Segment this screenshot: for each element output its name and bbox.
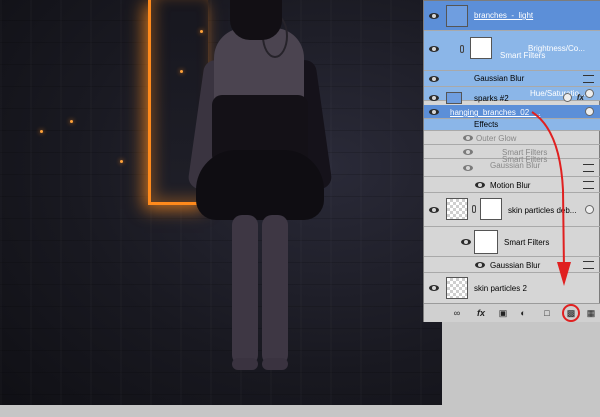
adjustment-icon[interactable]: ◐ [518, 308, 528, 318]
layer-row[interactable]: skin particles deb... [424, 193, 600, 227]
visibility-eye-icon[interactable] [428, 284, 440, 292]
visibility-eye-icon[interactable] [428, 12, 440, 20]
spark [40, 130, 43, 133]
layer-row[interactable]: Effects [424, 119, 600, 131]
visibility-eye-icon[interactable] [462, 148, 474, 156]
visibility-eye-icon[interactable] [428, 75, 440, 83]
filter-label: Smart Filters [500, 51, 546, 60]
layer-thumbnail [446, 92, 462, 104]
spark [180, 70, 183, 73]
fx-icon[interactable]: fx [476, 308, 486, 318]
layer-name: hanging_branches_02_... [450, 108, 541, 117]
visibility-eye-icon[interactable] [462, 164, 474, 172]
skirt [196, 150, 324, 220]
effects-label: Effects [474, 120, 499, 129]
layer-thumbnail [446, 198, 468, 220]
layer-row[interactable]: Brightness/Co... Smart Filters [424, 31, 600, 71]
link-chain-icon [460, 45, 464, 53]
adjustment-icon [585, 107, 594, 116]
mask-icon[interactable]: ▣ [498, 308, 508, 318]
fx-icon[interactable]: fx [577, 93, 584, 102]
filter-name: Motion Blur [490, 181, 531, 190]
spark [120, 160, 123, 163]
filter-options-icon[interactable] [583, 75, 594, 83]
filter-name: Gaussian Blur [490, 261, 541, 270]
annotation-circle [562, 304, 580, 322]
layer-row[interactable]: sparks #2 fx [424, 91, 600, 105]
layer-row[interactable]: Motion Blur [424, 177, 600, 193]
layer-name: sparks #2 [474, 94, 509, 103]
filter-name: Gaussian Blur [474, 74, 525, 83]
layer-row[interactable]: Gaussian Blur [424, 257, 600, 273]
spark [70, 120, 73, 123]
right-foot [262, 358, 288, 370]
filter-label: Smart Filters [504, 238, 550, 247]
folder-icon[interactable]: □ [542, 308, 552, 318]
visibility-eye-icon[interactable] [462, 134, 474, 142]
right-leg [262, 215, 288, 365]
filter-options-icon[interactable] [583, 164, 594, 172]
spark [200, 30, 203, 33]
link-chain-icon [472, 205, 476, 213]
layer-row[interactable]: Smart Filters [424, 227, 600, 257]
layer-name: skin particles deb... [508, 206, 577, 215]
smart-filter-thumbnail [470, 37, 492, 59]
trash-icon[interactable]: ▦ [586, 308, 596, 318]
visibility-eye-icon[interactable] [474, 261, 486, 269]
layer-row[interactable]: Gaussian Blur Smart Filters [424, 155, 600, 177]
layers-panel: branches_-_light Brightness/Co... Smart … [423, 0, 600, 322]
hair [230, 0, 282, 40]
visibility-eye-icon[interactable] [460, 238, 472, 246]
layer-row[interactable]: Gaussian Blur [424, 71, 600, 87]
filter-label: Smart Filters [502, 155, 548, 164]
layer-row[interactable]: branches_-_light [424, 1, 600, 31]
layer-name: skin particles 2 [474, 284, 527, 293]
left-foot [232, 358, 258, 370]
layer-row[interactable]: hanging_branches_02_... [424, 105, 600, 119]
filter-options-icon[interactable] [583, 181, 594, 189]
visibility-eye-icon[interactable] [428, 108, 440, 116]
layer-row[interactable]: Outer Glow [424, 131, 600, 145]
filter-options-icon[interactable] [583, 261, 594, 269]
adjustment-icon [563, 93, 572, 102]
left-leg [232, 215, 258, 365]
visibility-eye-icon[interactable] [428, 94, 440, 102]
workspace-bottom-strip [0, 405, 600, 417]
layer-thumbnail [446, 5, 468, 27]
layer-thumbnail [446, 277, 468, 299]
adjustment-icon [585, 205, 594, 214]
layer-row[interactable]: skin particles 2 [424, 273, 600, 303]
visibility-eye-icon[interactable] [428, 206, 440, 214]
visibility-eye-icon[interactable] [428, 45, 440, 53]
layer-name: branches_-_light [474, 11, 534, 20]
smart-filter-thumbnail [480, 198, 502, 220]
visibility-eye-icon[interactable] [474, 181, 486, 189]
effect-name: Outer Glow [476, 134, 517, 143]
link-icon[interactable]: ∞ [452, 308, 462, 318]
smart-filter-thumbnail [474, 230, 498, 254]
layers-panel-toolbar: ∞ fx ▣ ◐ □ ▩ ▦ [424, 303, 600, 322]
